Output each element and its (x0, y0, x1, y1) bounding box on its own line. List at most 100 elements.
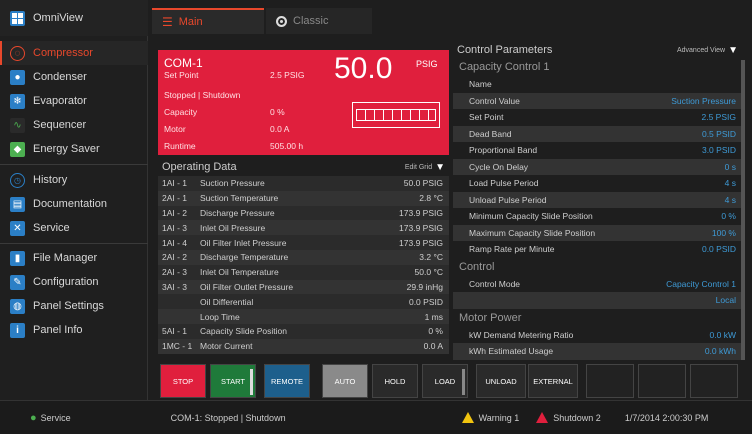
runtime-value: 505.00 h (270, 141, 304, 151)
row-name: Oil Filter Outlet Pressure (200, 281, 294, 292)
advanced-view-label: Advanced View (676, 46, 726, 54)
row-name: Discharge Pressure (200, 207, 275, 218)
table-row[interactable]: 1MC - 1 Motor Current 0.0 A (158, 338, 449, 354)
param-row[interactable]: Unload Pulse Period 4 s (453, 191, 742, 208)
sidebar-item-panel-settings[interactable]: ◍ Panel Settings (0, 294, 148, 318)
param-row[interactable]: Maximum Capacity Slide Position 100 % (453, 224, 742, 241)
status-bar: ● Service COM-1: Stopped | Shutdown Warn… (0, 400, 752, 434)
advanced-view-button[interactable]: Advanced View ▼ (677, 45, 738, 56)
nav-group-equipment: ◌ Compressor ● Condenser ❄ Evaporator ∿ … (0, 41, 148, 161)
param-row[interactable]: Ramp Rate per Minute 0.0 PSID (453, 241, 742, 258)
filter-icon: ▼ (728, 44, 738, 56)
gauge-icon (276, 15, 287, 27)
warning-count[interactable]: Warning 1 (479, 413, 520, 423)
param-row[interactable]: Control Mode Capacity Control 1 (453, 276, 742, 293)
tab-classic[interactable]: Classic (266, 8, 372, 34)
sidebar-item-file-manager[interactable]: ▮ File Manager (0, 246, 148, 270)
sidebar-item-label: Service (33, 222, 70, 234)
sidebar-item-evaporator[interactable]: ❄ Evaporator (0, 89, 148, 113)
grid-icon (10, 10, 25, 26)
edit-grid-button[interactable]: Edit Grid ▼ (405, 162, 445, 173)
auto-button[interactable]: AUTO (322, 364, 368, 398)
param-row[interactable]: Dead Band 0.5 PSID (453, 125, 742, 142)
table-row[interactable]: Oil Differential 0.0 PSID (158, 294, 449, 310)
table-row[interactable]: Loop Time 1 ms (158, 309, 449, 324)
sidebar-item-panel-info[interactable]: i Panel Info (0, 318, 148, 342)
tab-main[interactable]: ☰ Main (152, 8, 264, 34)
param-row[interactable]: Cycle On Delay 0 s (453, 158, 742, 175)
table-row[interactable]: 2AI - 3 Inlet Oil Temperature 50.0 °C (158, 264, 449, 280)
row-value: 173.9 PSIG (399, 207, 443, 218)
params-scrollbar[interactable] (741, 60, 745, 360)
compressor-icon: ◌ (10, 45, 25, 61)
row-channel-id: 1AI - 3 (162, 222, 188, 233)
empty-button-slot (690, 364, 738, 398)
sidebar-divider (0, 243, 148, 244)
sidebar-item-label: Panel Info (33, 324, 83, 336)
row-value: 50.0 PSIG (403, 178, 443, 189)
hold-button[interactable]: HOLD (372, 364, 418, 398)
table-row[interactable]: 2AI - 1 Suction Temperature 2.8 °C (158, 190, 449, 206)
param-value: 0.0 kWh (704, 346, 736, 357)
run-state-label: Stopped | Shutdown (164, 90, 241, 100)
param-row[interactable]: Name (453, 76, 742, 93)
row-channel-id: 1MC - 1 (162, 341, 193, 352)
param-row[interactable]: Load Pulse Period 4 s (453, 175, 742, 192)
param-label: Control Value (469, 95, 520, 106)
param-row[interactable]: Minimum Capacity Slide Position 0 % (453, 208, 742, 225)
row-value: 1 ms (424, 311, 443, 322)
slide-valve-gauge (352, 102, 440, 128)
row-value: 50.0 °C (414, 267, 443, 278)
param-value: Capacity Control 1 (666, 278, 736, 289)
sidebar-item-energy-saver[interactable]: ◆ Energy Saver (0, 137, 148, 161)
shutdown-count[interactable]: Shutdown 2 (553, 413, 601, 423)
sidebar-item-sequencer[interactable]: ∿ Sequencer (0, 113, 148, 137)
sidebar-item-history[interactable]: ◷ History (0, 168, 148, 192)
param-row[interactable]: Proportional Band 3.0 PSID (453, 142, 742, 159)
sidebar-item-documentation[interactable]: ▤ Documentation (0, 192, 148, 216)
param-value: 0 s (724, 161, 736, 172)
unload-button[interactable]: UNLOAD (476, 364, 526, 398)
param-row[interactable]: Local (453, 292, 742, 309)
param-value: Local (715, 295, 736, 306)
readout-unit: PSIG (416, 59, 438, 69)
table-row[interactable]: 1AI - 4 Oil Filter Inlet Pressure 173.9 PS… (158, 235, 449, 250)
remote-button[interactable]: REMOTE (264, 364, 310, 398)
table-row[interactable]: 2AI - 2 Discharge Temperature 3.2 °C (158, 249, 449, 265)
control-parameters-panel: Control Parameters Advanced View ▼ Capac… (453, 42, 742, 360)
table-row[interactable]: 1AI - 1 Suction Pressure 50.0 PSIG (158, 176, 449, 191)
table-row[interactable]: 1AI - 3 Inlet Oil Pressure 173.9 PSIG (158, 220, 449, 236)
param-row[interactable]: kW Demand Metering Ratio 0.0 kW (453, 327, 742, 344)
pulse-icon: ∿ (10, 117, 25, 133)
load-button-label: LOAD (434, 376, 456, 386)
table-row[interactable]: 3AI - 3 Oil Filter Outlet Pressure 29.9 in… (158, 279, 449, 295)
sidebar-item-condenser[interactable]: ● Condenser (0, 65, 148, 89)
param-label: Maximum Capacity Slide Position (469, 227, 596, 238)
sidebar-item-configuration[interactable]: ✎ Configuration (0, 270, 148, 294)
param-group-title: Motor Current (453, 360, 742, 361)
param-row[interactable]: Set Point 2.5 PSIG (453, 109, 742, 126)
stop-button[interactable]: STOP (160, 364, 206, 398)
param-row[interactable]: Control Value Suction Pressure (453, 92, 742, 109)
sidebar-item-service[interactable]: ✕ Service (0, 216, 148, 240)
row-name: Oil Differential (200, 296, 254, 307)
sidebar-item-compressor[interactable]: ◌ Compressor (0, 41, 148, 65)
table-row[interactable]: 5AI - 1 Capacity Slide Position 0 % (158, 323, 449, 339)
operating-data-panel: Operating Data Edit Grid ▼ 1AI - 1 Suctio… (158, 158, 449, 360)
row-value: 29.9 inHg (406, 281, 443, 292)
table-row[interactable]: 1AI - 2 Discharge Pressure 173.9 PSIG (158, 205, 449, 221)
app-title: OmniView (33, 12, 83, 24)
load-button[interactable]: LOAD (422, 364, 468, 398)
external-button[interactable]: EXTERNAL (528, 364, 578, 398)
footer-status: COM-1: Stopped | Shutdown (170, 412, 286, 423)
user-icon: ● (30, 411, 37, 424)
param-label: Proportional Band (469, 145, 538, 156)
start-button[interactable]: START (210, 364, 256, 398)
motor-value: 0.0 A (270, 124, 290, 134)
compressor-status-card[interactable]: COM-1 50.0 PSIG Set Point 2.5 PSIG Stopp… (158, 50, 449, 155)
param-row[interactable]: kWh Estimated Usage 0.0 kWh (453, 343, 742, 360)
globe-icon: ◍ (10, 298, 25, 314)
row-channel-id: 3AI - 3 (162, 281, 188, 292)
sidebar: OmniView ◌ Compressor ● Condenser ❄ Evap… (0, 0, 148, 400)
footer-user[interactable]: Service (41, 413, 71, 423)
